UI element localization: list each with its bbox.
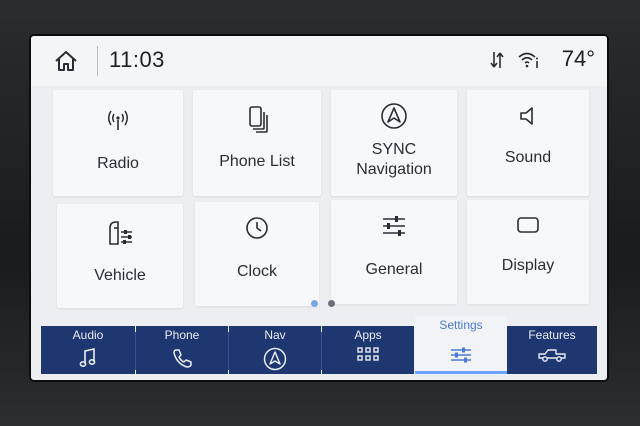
tile-radio[interactable]: Radio xyxy=(53,90,183,196)
phone-icon xyxy=(173,349,192,368)
tile-general[interactable]: General xyxy=(331,200,457,304)
nav-apps[interactable]: Apps xyxy=(322,326,414,374)
nav-nav[interactable]: Nav xyxy=(229,326,321,374)
page-dot[interactable] xyxy=(328,300,335,307)
tile-label: Vehicle xyxy=(94,267,146,284)
wifi-icon xyxy=(518,52,538,68)
nav-settings[interactable]: Settings xyxy=(415,316,507,374)
tile-label: Sound xyxy=(504,149,552,166)
radio-antenna-icon xyxy=(108,110,128,130)
phone-list-icon xyxy=(249,106,268,133)
tile-sync-navigation[interactable]: SYNC Navigation xyxy=(331,90,457,196)
page-dot-active[interactable] xyxy=(311,300,318,307)
tile-clock[interactable]: Clock xyxy=(195,202,319,306)
speaker-icon xyxy=(520,107,533,125)
tile-phone-list[interactable]: Phone List xyxy=(193,90,321,196)
nav-label: Nav xyxy=(264,328,286,342)
nav-audio[interactable]: Audio xyxy=(41,326,135,374)
nav-phone[interactable]: Phone xyxy=(136,326,228,374)
infotainment-screen: 11:03 74° Radio Phone List SYNC Navigati… xyxy=(31,36,607,380)
tile-label: Clock xyxy=(236,263,277,280)
nav-label: Audio xyxy=(72,328,104,342)
bottom-nav-bar: Audio Phone Nav Apps Settings Features xyxy=(41,316,597,374)
truck-icon xyxy=(538,349,566,362)
active-tab-underline xyxy=(415,371,507,374)
nav-label: Features xyxy=(528,328,576,342)
tile-vehicle[interactable]: Vehicle xyxy=(57,204,183,308)
home-icon[interactable] xyxy=(53,48,79,74)
settings-sliders-icon xyxy=(451,347,471,363)
data-transfer-icon xyxy=(490,52,504,68)
nav-label: Settings xyxy=(439,318,483,332)
tile-label: Radio xyxy=(97,155,139,172)
nav-label: Apps xyxy=(354,328,382,342)
status-divider xyxy=(97,46,98,76)
outside-temperature: 74° xyxy=(561,46,595,71)
tile-label: SYNC Navigation xyxy=(356,141,432,178)
display-icon xyxy=(517,217,539,233)
tile-label: Display xyxy=(501,257,555,274)
vehicle-settings-icon xyxy=(109,221,132,245)
status-bar: 11:03 74° xyxy=(31,36,607,86)
nav-features[interactable]: Features xyxy=(507,326,597,374)
clock-time: 11:03 xyxy=(109,47,165,72)
music-note-icon xyxy=(79,348,96,368)
settings-tile-grid: Radio Phone List SYNC Navigation Sound V… xyxy=(53,90,607,330)
clock-icon xyxy=(246,217,268,239)
sliders-icon xyxy=(383,216,405,236)
apps-grid-icon xyxy=(357,347,379,361)
tile-display[interactable]: Display xyxy=(467,200,589,304)
navigation-icon xyxy=(263,347,287,371)
tile-label: Phone List xyxy=(219,153,295,170)
nav-label: Phone xyxy=(164,328,200,342)
tile-sound[interactable]: Sound xyxy=(467,90,589,196)
navigation-icon xyxy=(381,103,407,129)
tile-label: General xyxy=(365,261,423,278)
